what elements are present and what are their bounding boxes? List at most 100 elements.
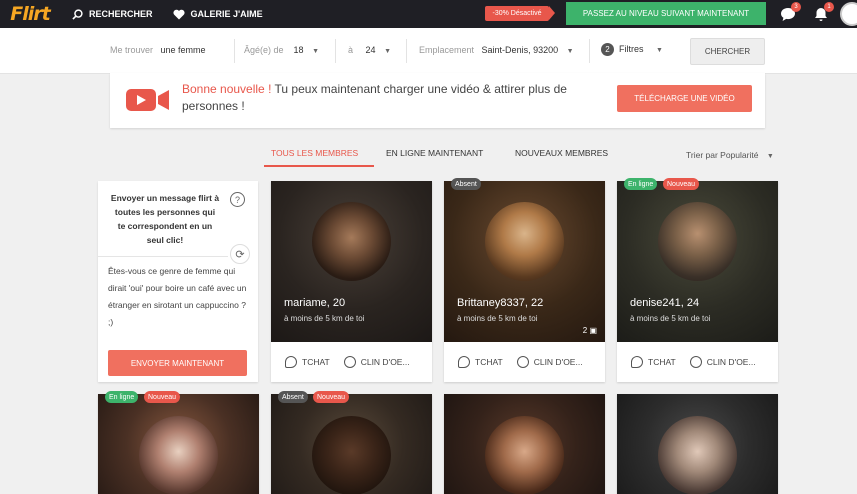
- messages-button[interactable]: 3: [779, 2, 801, 23]
- refresh-icon[interactable]: ⟳: [230, 244, 250, 264]
- video-camera-icon: [126, 89, 169, 111]
- age-label: Âgé(e) de: [244, 45, 284, 55]
- photo-count: 2 ▣: [583, 326, 597, 335]
- search-button[interactable]: CHERCHER: [690, 38, 765, 65]
- member-card[interactable]: [617, 394, 778, 494]
- wink-label: CLIN D'OE...: [706, 357, 756, 367]
- messages-count-badge: 3: [791, 2, 801, 12]
- video-upload-banner: Bonne nouvelle ! Tu peux maintenant char…: [110, 73, 765, 128]
- chevron-down-icon: ▼: [566, 48, 574, 55]
- sort-label: Trier par Popularité: [686, 150, 759, 160]
- chevron-down-icon: ▼: [312, 48, 320, 55]
- tab-all-members[interactable]: TOUS LES MEMBRES: [271, 148, 358, 158]
- sort-select[interactable]: Trier par Popularité ▼: [686, 150, 774, 160]
- search-filter-bar: Me trouver une femme Âgé(e) de 18 ▼ à 24…: [0, 28, 857, 74]
- new-badge: Nouveau: [313, 391, 350, 403]
- notifications-button[interactable]: 1: [812, 2, 834, 23]
- age-from-select[interactable]: Âgé(e) de 18 ▼: [244, 45, 319, 55]
- member-photo[interactable]: [444, 394, 605, 494]
- nav-liked-gallery[interactable]: GALERIE J'AIME: [172, 9, 263, 20]
- divider: [98, 256, 228, 257]
- upgrade-button[interactable]: PASSEZ AU NIVEAU SUIVANT MAINTENANT: [566, 2, 766, 25]
- member-card[interactable]: [444, 394, 605, 494]
- nav-liked-gallery-label: GALERIE J'AIME: [190, 9, 263, 19]
- flirt-message-text: Êtes-vous ce genre de femme qui dirait '…: [108, 266, 247, 327]
- member-name: denise241, 24: [630, 297, 700, 309]
- chevron-down-icon: ▼: [656, 46, 663, 54]
- online-badge: En ligne: [624, 178, 658, 190]
- chat-button[interactable]: TCHAT: [631, 356, 676, 368]
- tab-new-members[interactable]: NOUVEAUX MEMBRES: [515, 148, 608, 158]
- member-photo[interactable]: [617, 394, 778, 494]
- member-portrait: [485, 202, 564, 281]
- age-from-value: 18: [293, 45, 304, 55]
- member-portrait: [658, 416, 737, 494]
- chat-icon: [458, 356, 470, 368]
- location-select[interactable]: Emplacement Saint-Denis, 93200 ▼: [419, 45, 574, 55]
- wink-button[interactable]: CLIN D'OE...: [516, 356, 583, 368]
- upload-video-button[interactable]: TÉLÉCHARGE UNE VIDÉO: [617, 85, 752, 112]
- member-name: Brittaney8337, 22: [457, 297, 544, 309]
- member-photo[interactable]: [271, 394, 432, 494]
- smiley-icon: [689, 356, 702, 368]
- nav-search-label: RECHERCHER: [89, 9, 153, 19]
- flirt-card-title: Envoyer un message flirt à toutes les pe…: [110, 193, 220, 245]
- wink-button[interactable]: CLIN D'OE...: [689, 356, 756, 368]
- member-photo[interactable]: Brittaney8337, 22 à moins de 5 km de toi…: [444, 181, 605, 342]
- photo-count-value: 2: [582, 326, 588, 335]
- member-actions: TCHAT CLIN D'OE...: [444, 342, 605, 382]
- seeking-field[interactable]: Me trouver une femme: [110, 45, 206, 55]
- member-distance: à moins de 5 km de toi: [630, 314, 711, 323]
- chat-label: TCHAT: [475, 357, 503, 367]
- chat-button[interactable]: TCHAT: [458, 356, 503, 368]
- status-badge: Absent: [278, 391, 308, 403]
- online-badge: En ligne: [105, 391, 139, 403]
- member-card[interactable]: denise241, 24 à moins de 5 km de toi En …: [617, 178, 778, 382]
- divider: [589, 39, 590, 63]
- member-portrait: [485, 416, 564, 494]
- divider: [234, 39, 235, 63]
- member-card[interactable]: mariame, 20 à moins de 5 km de toi TCHAT…: [271, 181, 432, 382]
- member-card[interactable]: En ligne Nouveau: [98, 391, 259, 494]
- active-tab-indicator: [264, 165, 374, 167]
- location-value: Saint-Denis, 93200: [481, 45, 559, 55]
- wink-label: CLIN D'OE...: [533, 357, 583, 367]
- member-actions: TCHAT CLIN D'OE...: [271, 342, 432, 382]
- member-photo[interactable]: [98, 394, 259, 494]
- notifications-count-badge: 1: [824, 2, 834, 12]
- member-photo[interactable]: mariame, 20 à moins de 5 km de toi: [271, 181, 432, 342]
- smiley-icon: [516, 356, 529, 368]
- chat-button[interactable]: TCHAT: [285, 356, 330, 368]
- nav-search[interactable]: RECHERCHER: [72, 8, 153, 20]
- banner-message: Bonne nouvelle ! Tu peux maintenant char…: [182, 81, 602, 115]
- location-label: Emplacement: [419, 45, 475, 55]
- camera-icon: ▣: [589, 326, 597, 335]
- chat-icon: [631, 356, 643, 368]
- age-to-select[interactable]: à 24 ▼: [348, 45, 391, 55]
- member-card[interactable]: Absent Nouveau: [271, 391, 432, 494]
- seeking-value: une femme: [160, 45, 206, 55]
- divider: [406, 39, 407, 63]
- chevron-down-icon: ▼: [766, 153, 774, 160]
- search-icon: [72, 8, 83, 20]
- top-navigation-bar: Flirt RECHERCHER GALERIE J'AIME -30% Dés…: [0, 0, 857, 28]
- help-icon[interactable]: ?: [230, 192, 245, 207]
- send-now-button[interactable]: ENVOYER MAINTENANT: [108, 350, 247, 376]
- member-card[interactable]: Brittaney8337, 22 à moins de 5 km de toi…: [444, 178, 605, 382]
- divider: [335, 39, 336, 63]
- wink-button[interactable]: CLIN D'OE...: [343, 356, 410, 368]
- status-badge: Absent: [451, 178, 481, 190]
- filters-label: Filtres: [619, 43, 644, 54]
- heart-icon: [172, 9, 185, 19]
- user-avatar[interactable]: [840, 2, 857, 26]
- flirt-logo[interactable]: Flirt: [2, 1, 58, 27]
- flirt-message-card: Envoyer un message flirt à toutes les pe…: [98, 181, 258, 382]
- member-distance: à moins de 5 km de toi: [284, 314, 365, 323]
- filters-select[interactable]: 2 Filtres ▼: [601, 43, 663, 56]
- tab-online-now[interactable]: EN LIGNE MAINTENANT: [386, 148, 483, 158]
- banner-highlight: Bonne nouvelle !: [182, 82, 272, 96]
- member-portrait: [312, 416, 391, 494]
- seeking-label: Me trouver: [110, 45, 154, 55]
- member-photo[interactable]: denise241, 24 à moins de 5 km de toi: [617, 181, 778, 342]
- new-badge: Nouveau: [144, 391, 181, 403]
